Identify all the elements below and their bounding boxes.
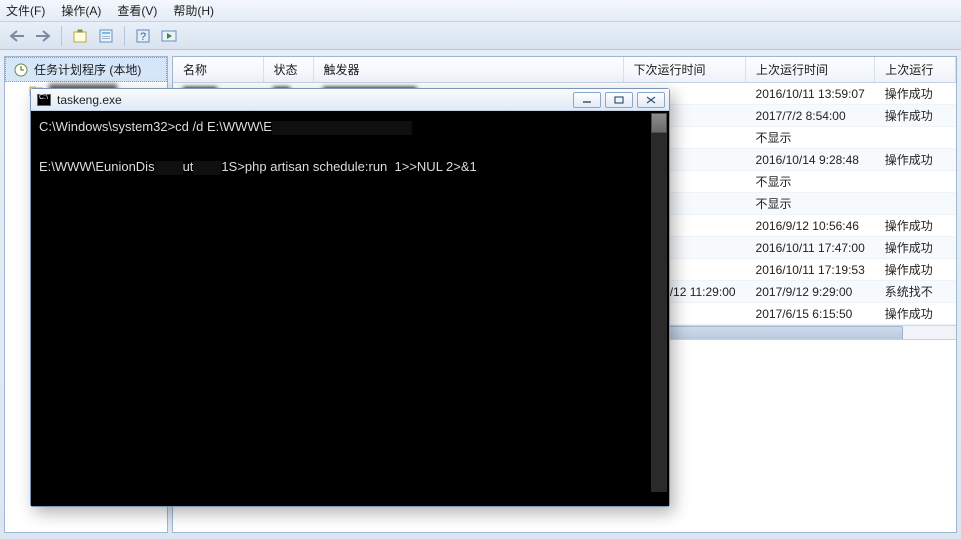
cmd-icon: C:\ (37, 94, 51, 106)
col-last-result[interactable]: 上次运行 (875, 57, 956, 83)
toolbar: ? (0, 22, 961, 50)
cell-last-run: 2017/6/15 6:15:50 (746, 303, 875, 325)
console-window[interactable]: C:\ taskeng.exe C:\Windows\system32>cd /… (30, 88, 670, 507)
redacted (272, 121, 412, 135)
cell-last-run: 2017/9/12 9:29:00 (746, 281, 875, 303)
minimize-button[interactable] (573, 92, 601, 108)
console-body: C:\Windows\system32>cd /d E:\WWW\E E:\WW… (31, 111, 669, 506)
menu-help[interactable]: 帮助(H) (173, 2, 214, 19)
cell-last-run: 2016/10/11 17:19:53 (746, 259, 875, 281)
help-icon[interactable]: ? (132, 25, 154, 47)
properties-icon[interactable] (95, 25, 117, 47)
clock-icon (14, 63, 28, 77)
cell-last-result: 操作成功 (875, 259, 956, 281)
cell-last-run: 2016/10/11 17:47:00 (746, 237, 875, 259)
svg-text:?: ? (140, 31, 146, 43)
tree-root-label: 任务计划程序 (本地) (34, 61, 141, 78)
cell-last-run: 不显示 (746, 171, 875, 193)
console-line-2c: 1S>php artisan schedule:run 1>>NUL 2>&1 (221, 159, 476, 174)
col-last-run[interactable]: 上次运行时间 (746, 57, 875, 83)
close-button[interactable] (637, 92, 665, 108)
tree-root-task-scheduler[interactable]: 任务计划程序 (本地) (5, 57, 167, 82)
cell-last-run: 2017/7/2 8:54:00 (746, 105, 875, 127)
cell-last-run: 不显示 (746, 127, 875, 149)
cell-last-run: 不显示 (746, 193, 875, 215)
console-scrollbar[interactable] (651, 113, 667, 492)
col-name[interactable]: 名称 (173, 57, 263, 83)
toolbar-separator (124, 26, 125, 46)
col-next-run[interactable]: 下次运行时间 (623, 57, 746, 83)
menu-file[interactable]: 文件(F) (6, 2, 45, 19)
console-line-1a: C:\Windows\system32>cd /d E:\WWW\E (39, 119, 272, 134)
run-icon[interactable] (158, 25, 180, 47)
redacted (193, 161, 221, 175)
cell-last-run: 2016/10/14 9:28:48 (746, 149, 875, 171)
console-line-2a: E:\WWW\EunionDis (39, 159, 155, 174)
back-button[interactable] (6, 25, 28, 47)
cell-last-result: 系统找不 (875, 281, 956, 303)
cell-last-result: 操作成功 (875, 303, 956, 325)
cell-last-result (875, 171, 956, 193)
create-task-icon[interactable] (69, 25, 91, 47)
cell-last-result: 操作成功 (875, 105, 956, 127)
console-title: taskeng.exe (57, 93, 122, 107)
col-status[interactable]: 状态 (263, 57, 313, 83)
redacted (155, 161, 183, 175)
toolbar-separator (61, 26, 62, 46)
cell-last-run: 2016/9/12 10:56:46 (746, 215, 875, 237)
cell-last-result (875, 193, 956, 215)
console-titlebar[interactable]: C:\ taskeng.exe (31, 89, 669, 111)
menu-action[interactable]: 操作(A) (61, 2, 101, 19)
cell-last-run: 2016/10/11 13:59:07 (746, 83, 875, 105)
menu-view[interactable]: 查看(V) (117, 2, 157, 19)
cell-last-result: 操作成功 (875, 237, 956, 259)
col-trigger[interactable]: 触发器 (313, 57, 623, 83)
console-line-2b: ut (183, 159, 194, 174)
maximize-button[interactable] (605, 92, 633, 108)
cell-last-result: 操作成功 (875, 149, 956, 171)
cell-last-result: 操作成功 (875, 215, 956, 237)
cell-last-result: 操作成功 (875, 83, 956, 105)
menu-bar: 文件(F) 操作(A) 查看(V) 帮助(H) (0, 0, 961, 22)
forward-button[interactable] (32, 25, 54, 47)
cell-last-result (875, 127, 956, 149)
